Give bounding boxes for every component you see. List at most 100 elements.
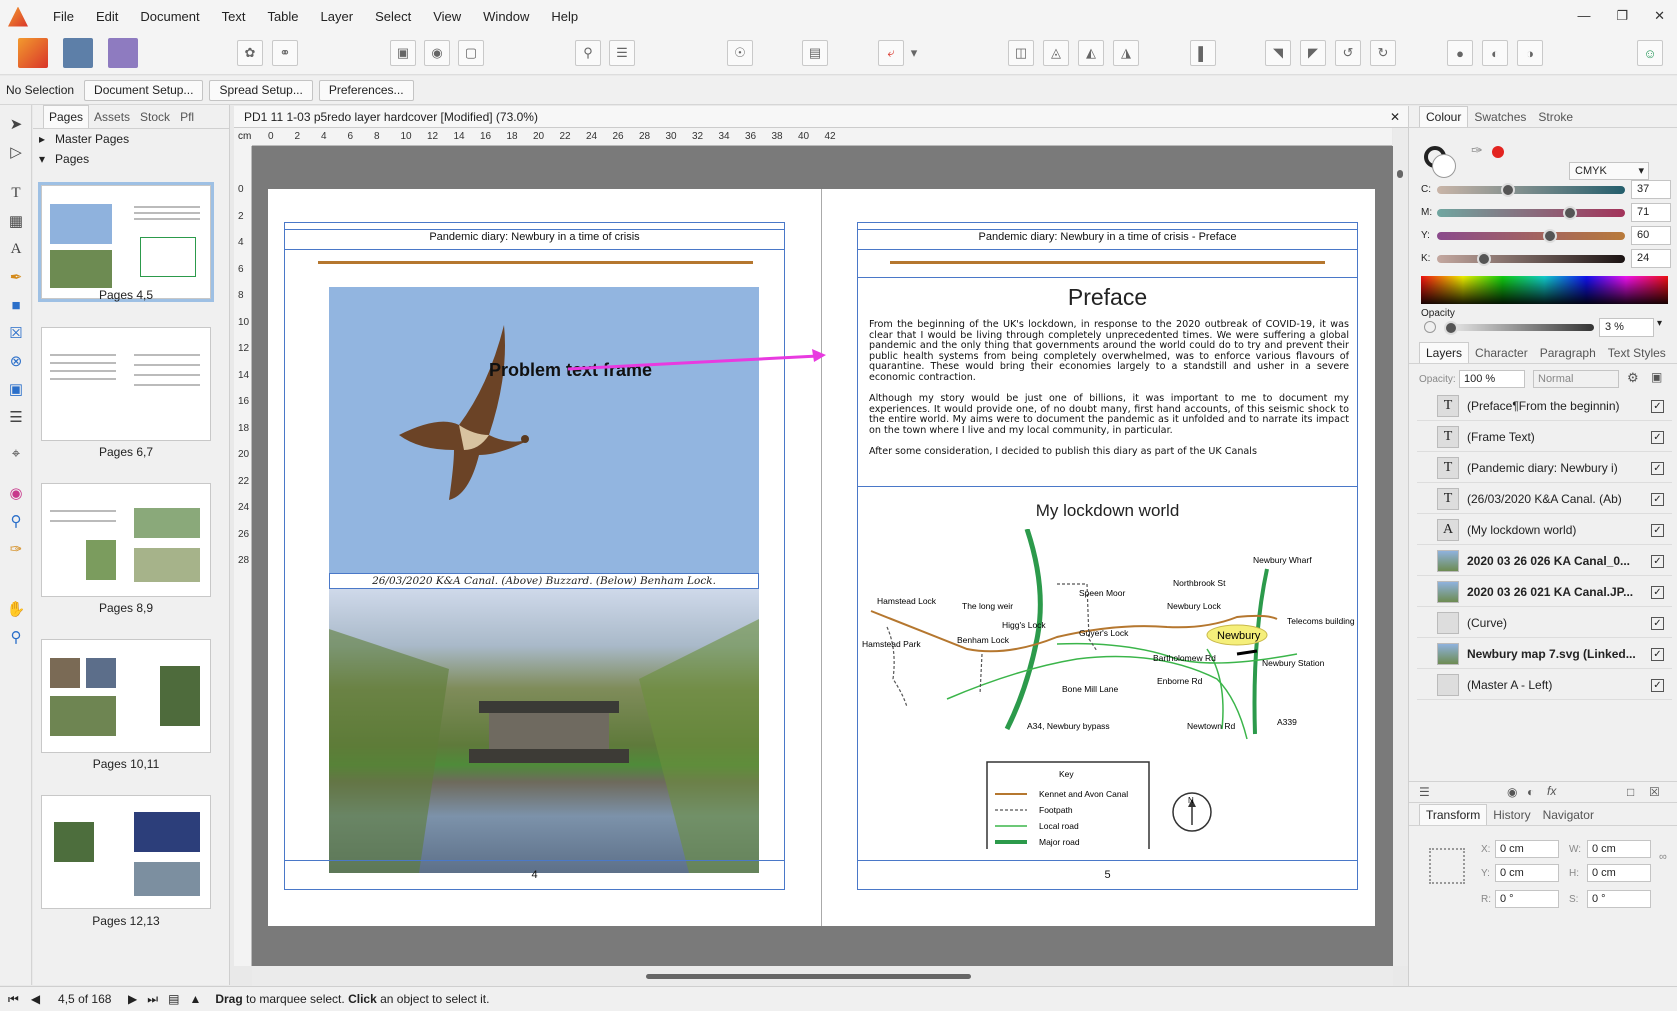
layer-visibility-checkbox[interactable]: ✓ xyxy=(1651,430,1664,444)
place-image-tool-icon[interactable]: ▣ xyxy=(4,378,28,400)
anchor-selector[interactable] xyxy=(1429,848,1465,884)
opacity-value[interactable]: 3 % xyxy=(1599,318,1654,337)
tab-pages[interactable]: Pages xyxy=(43,105,90,128)
minimize-icon[interactable]: — xyxy=(1577,8,1590,24)
page-thumbnail[interactable] xyxy=(41,639,211,753)
transparency-tool-icon[interactable]: ⚲ xyxy=(4,510,28,532)
tab-stock[interactable]: Stock xyxy=(135,110,175,124)
vertical-ruler[interactable]: 0 2 4 6 8 10 12 14 16 18 20 22 24 26 28 xyxy=(234,146,252,966)
layer-row[interactable]: A (My lockdown world) ✓ xyxy=(1417,516,1672,545)
chevron-down-icon[interactable]: ▾ xyxy=(1657,318,1662,329)
layer-row[interactable]: T (26/03/2020 K&A Canal. (Ab) ✓ xyxy=(1417,485,1672,514)
page-thumbnail[interactable] xyxy=(38,182,214,302)
tab-assets[interactable]: Assets xyxy=(89,110,135,124)
artistic-text-tool-icon[interactable]: A xyxy=(4,238,28,260)
table-tool-icon[interactable]: ▦ xyxy=(4,210,28,232)
pages-row[interactable]: ▾ Pages xyxy=(33,149,229,169)
move-tool-icon[interactable]: ➤ xyxy=(4,113,28,135)
restore-icon[interactable]: ❐ xyxy=(1616,8,1628,24)
yellow-slider[interactable] xyxy=(1437,229,1625,243)
gear-icon[interactable]: ⚙ xyxy=(1627,370,1639,386)
menu-file[interactable]: File xyxy=(42,9,85,24)
layer-row[interactable]: Newbury map 7.svg (Linked... ✓ xyxy=(1417,640,1672,669)
arrange-front-icon[interactable]: ◮ xyxy=(1113,40,1139,66)
pages-icon[interactable]: ▤ xyxy=(168,992,179,1006)
y-field[interactable]: 0 cm xyxy=(1495,864,1559,882)
boolean-intersect-icon[interactable]: ◑ xyxy=(1517,40,1543,66)
publisher-persona-icon[interactable] xyxy=(18,38,48,68)
user-account-icon[interactable]: ☺ xyxy=(1637,40,1663,66)
slider-knob[interactable] xyxy=(1563,206,1577,220)
expand-icon[interactable]: ▸ xyxy=(39,132,45,146)
pin-icon[interactable]: ⚲ xyxy=(575,40,601,66)
layer-visibility-checkbox[interactable]: ✓ xyxy=(1651,461,1664,475)
zoom-tool-icon[interactable]: ⚲ xyxy=(4,626,28,648)
buzzard-photo[interactable] xyxy=(329,287,759,573)
pen-tool-icon[interactable]: ✒ xyxy=(4,266,28,288)
vertical-scrollbar[interactable] xyxy=(1393,128,1408,966)
layer-visibility-checkbox[interactable]: ✓ xyxy=(1651,647,1664,661)
slider-knob[interactable] xyxy=(1477,252,1491,266)
node-tool-icon[interactable]: ▷ xyxy=(4,141,28,163)
arrange-backward-icon[interactable]: ◬ xyxy=(1043,40,1069,66)
link-proportions-icon[interactable]: ∞ xyxy=(1659,851,1667,863)
left-header[interactable]: Pandemic diary: Newbury in a time of cri… xyxy=(284,231,785,243)
rectangle-tool-icon[interactable]: ■ xyxy=(4,294,28,316)
tab-history[interactable]: History xyxy=(1487,808,1536,822)
colour-model-select[interactable]: CMYK ▾ xyxy=(1569,162,1649,180)
shear-field[interactable]: 0 ° xyxy=(1587,890,1651,908)
bleed-icon[interactable]: ◉ xyxy=(424,40,450,66)
preface-title[interactable]: Preface xyxy=(857,284,1358,311)
tab-text-styles[interactable]: Text Styles xyxy=(1602,346,1672,360)
tab-paragraph[interactable]: Paragraph xyxy=(1534,346,1602,360)
preface-paragraph-1[interactable]: From the beginning of the UK's lockdown,… xyxy=(869,319,1349,383)
hand-tool-icon[interactable]: ✋ xyxy=(4,598,28,620)
fill-colour-well[interactable] xyxy=(1432,154,1456,178)
slider-knob[interactable] xyxy=(1543,229,1557,243)
layer-visibility-checkbox[interactable]: ✓ xyxy=(1651,616,1664,630)
menu-document[interactable]: Document xyxy=(129,9,210,24)
frame-text-tool-icon[interactable]: T xyxy=(4,182,28,204)
layer-visibility-checkbox[interactable]: ✓ xyxy=(1651,492,1664,506)
layer-visibility-checkbox[interactable]: ✓ xyxy=(1651,399,1664,413)
mask-icon[interactable]: ◉ xyxy=(1507,785,1517,799)
yellow-value[interactable]: 60 xyxy=(1631,226,1671,245)
boolean-subtract-icon[interactable]: ◐ xyxy=(1482,40,1508,66)
h-field[interactable]: 0 cm xyxy=(1587,864,1651,882)
x-field[interactable]: 0 cm xyxy=(1495,840,1559,858)
rotate-left-icon[interactable]: ↺ xyxy=(1335,40,1361,66)
delete-layer-icon[interactable]: ☒ xyxy=(1649,785,1660,799)
add-layer-icon[interactable]: □ xyxy=(1627,785,1634,799)
preferences-button[interactable]: Preferences... xyxy=(318,79,414,101)
tab-preflight[interactable]: Pfl xyxy=(175,110,199,124)
page-thumbnail[interactable] xyxy=(41,327,211,441)
colour-spectrum[interactable] xyxy=(1421,276,1668,304)
page-thumbnail[interactable] xyxy=(41,795,211,909)
w-field[interactable]: 0 cm xyxy=(1587,840,1651,858)
blend-mode-select[interactable]: Normal xyxy=(1533,370,1619,388)
preflight-icon[interactable]: ▣ xyxy=(390,40,416,66)
rotation-field[interactable]: 0 ° xyxy=(1495,890,1559,908)
horizontal-ruler[interactable]: 0 2 4 6 8 10 12 14 16 18 20 22 24 26 28 30 32 34 36 38 40 42 xyxy=(252,128,1392,146)
tab-swatches[interactable]: Swatches xyxy=(1468,110,1532,124)
layer-row[interactable]: 2020 03 26 021 KA Canal.JP... ✓ xyxy=(1417,578,1672,607)
fx-icon[interactable]: fx xyxy=(1547,784,1556,798)
snapping-magnet-icon[interactable]: ⤶ xyxy=(878,40,904,66)
document-setup-button[interactable]: Document Setup... xyxy=(84,79,204,101)
black-slider[interactable] xyxy=(1437,252,1625,266)
spread-setup-button[interactable]: Spread Setup... xyxy=(209,79,313,101)
menu-edit[interactable]: Edit xyxy=(85,9,129,24)
crop-tool-icon[interactable]: ⌖ xyxy=(4,442,28,464)
menu-view[interactable]: View xyxy=(422,9,472,24)
layer-row[interactable]: 2020 03 26 026 KA Canal_0... ✓ xyxy=(1417,547,1672,576)
ellipse-frame-tool-icon[interactable]: ⊗ xyxy=(4,350,28,372)
black-value[interactable]: 24 xyxy=(1631,249,1671,268)
layer-visibility-checkbox[interactable]: ✓ xyxy=(1651,523,1664,537)
magenta-slider[interactable] xyxy=(1437,206,1625,220)
arrange-forward-icon[interactable]: ◭ xyxy=(1078,40,1104,66)
photo-caption[interactable]: 26/03/2020 K&A Canal. (Above) Buzzard. (… xyxy=(329,573,759,589)
close-document-icon[interactable]: ✕ xyxy=(1390,106,1400,128)
preface-paragraph-2[interactable]: Although my story would be just one of b… xyxy=(869,393,1349,436)
cyan-slider[interactable] xyxy=(1437,183,1625,197)
picture-frame-tool-icon[interactable]: ☒ xyxy=(4,322,28,344)
